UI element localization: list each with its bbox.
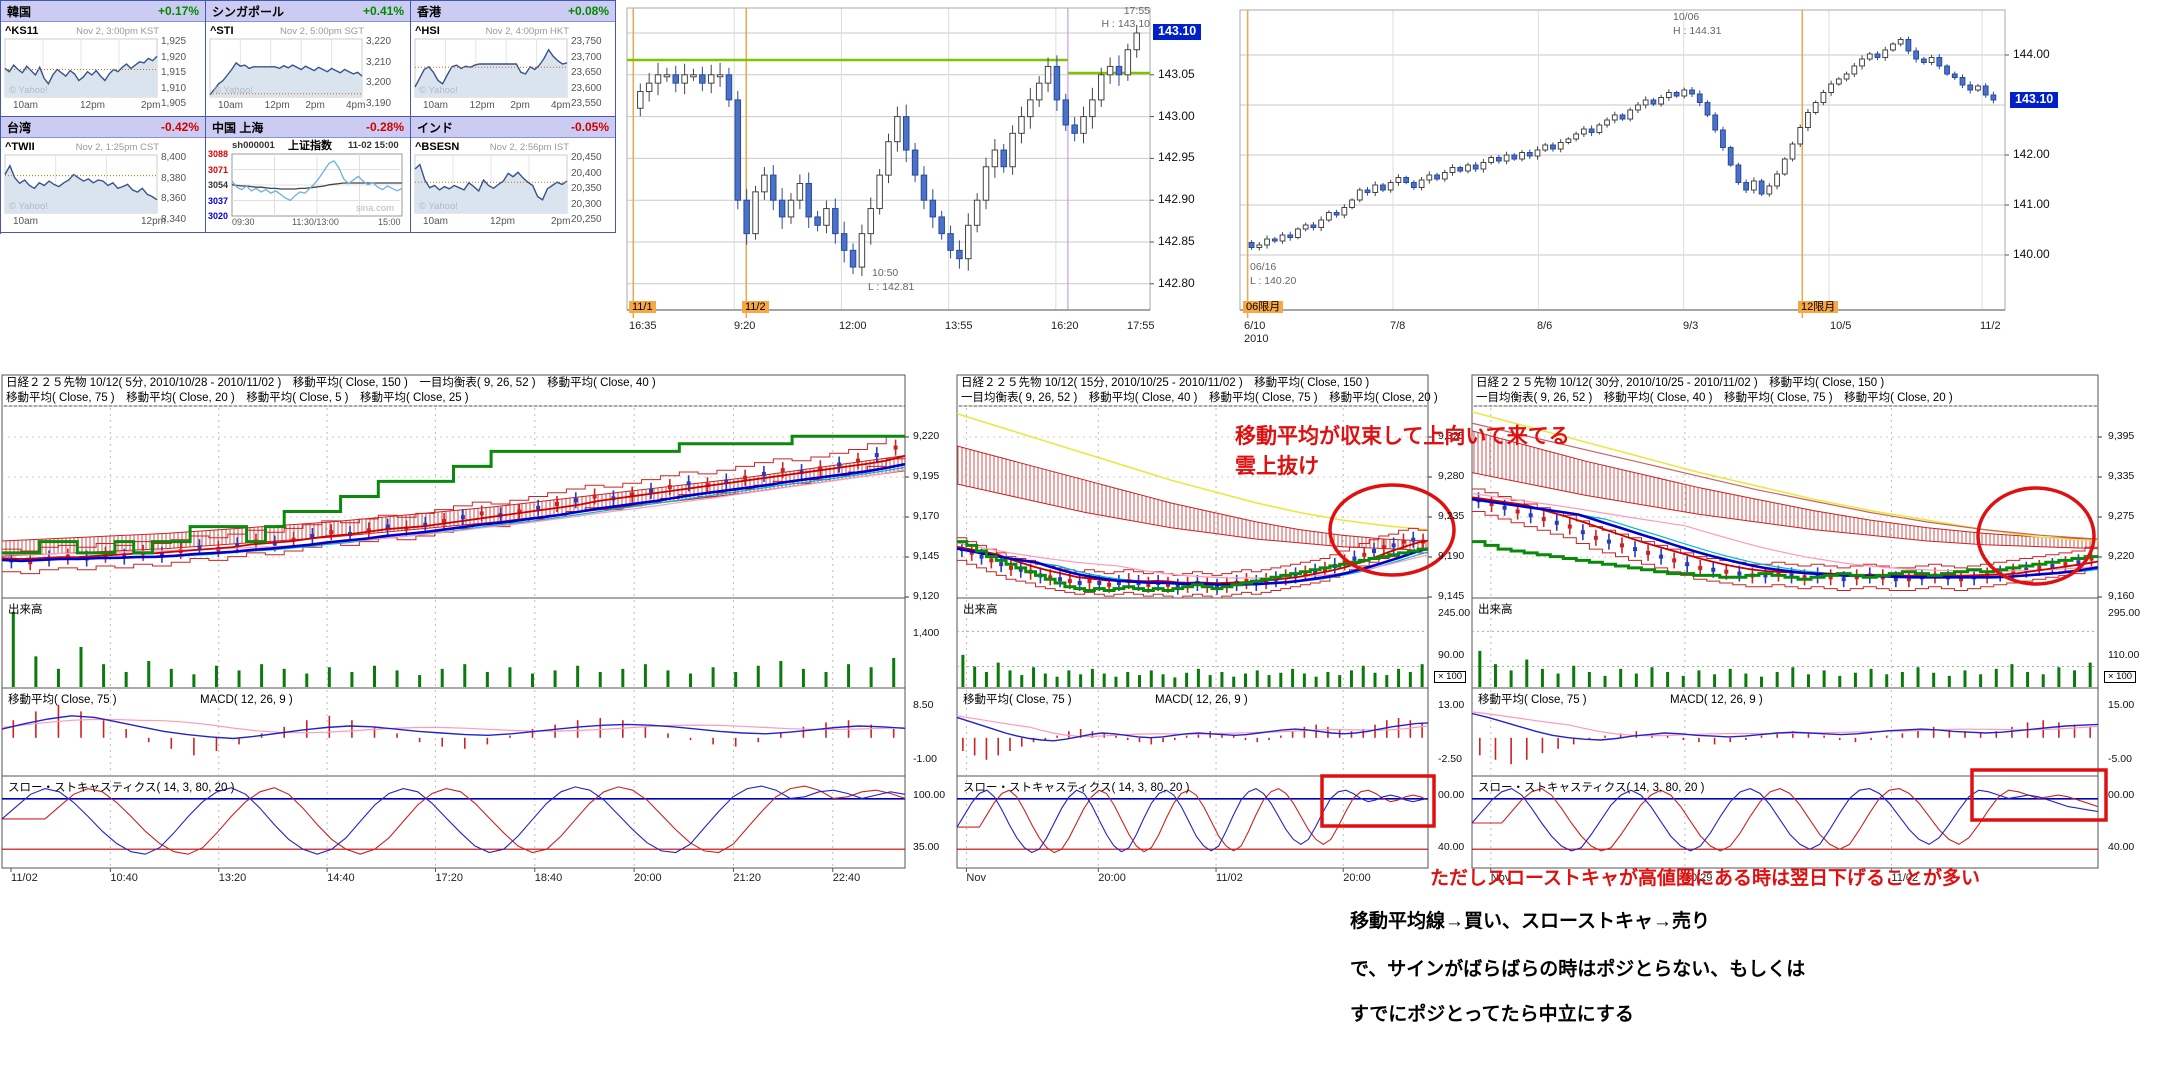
macd-axis-tick: -5.00 xyxy=(2108,754,2132,766)
stochastic-axis-tick: 40.00 xyxy=(2108,842,2134,854)
panel2-title-line2: 一目均衡表( 9, 26, 52 ) 移動平均( Close, 40 ) 移動平… xyxy=(961,392,1438,405)
macd-axis-tick: -2.50 xyxy=(1438,754,1462,766)
stochastic-axis-tick: 00.00 xyxy=(1438,790,1464,802)
volume-axis-tick: 245.00 xyxy=(1438,608,1470,620)
panel2-ma-label: 移動平均( Close, 75 ) xyxy=(963,694,1072,707)
panel3-volume-multiplier: × 100 xyxy=(2104,671,2136,683)
technical-panels: 9,220 9,195 9,170 9,145 9,120 1,400 8.50 -1.00 1… xyxy=(0,0,2170,1078)
panel2-stoch-label: スロー・ストキャスティクス( 14, 3, 80, 20 ) xyxy=(963,782,1189,795)
panel1-stoch-label: スロー・ストキャスティクス( 14, 3, 80, 20 ) xyxy=(8,782,234,795)
time-axis-tick: 11/02 xyxy=(1216,872,1243,884)
time-axis-tick: 14:40 xyxy=(327,872,355,884)
trading-dashboard-screenshot: 韓国 +0.17% ^KS11Nov 2, 3:00pm KST© Yahoo!… xyxy=(0,0,2170,1078)
time-axis-tick: 20:00 xyxy=(1343,872,1371,884)
panel3-stoch-label: スロー・ストキャスティクス( 14, 3, 80, 20 ) xyxy=(1478,782,1704,795)
panel3-title-line2: 一目均衡表( 9, 26, 52 ) 移動平均( Close, 40 ) 移動平… xyxy=(1476,392,1953,405)
stochastic-axis-tick: 00.00 xyxy=(2108,790,2134,802)
volume-axis-tick: 1,400 xyxy=(913,628,939,640)
price-axis-tick: 9,220 xyxy=(2108,551,2134,563)
annotation-cloud-breakout: 雲上抜け xyxy=(1235,455,1319,478)
strategy-note-1: 移動平均線→買い、スローストキャ→売り xyxy=(1350,912,1710,933)
technical-panels-canvas xyxy=(0,0,2170,1078)
panel3-macd-label: MACD( 12, 26, 9 ) xyxy=(1670,694,1763,707)
macd-axis-tick: 8.50 xyxy=(913,700,933,712)
time-axis-tick: 13:20 xyxy=(219,872,247,884)
price-axis-tick: 9,235 xyxy=(1438,511,1464,523)
price-axis-tick: 9,145 xyxy=(913,551,939,563)
panel2-volume-multiplier: × 100 xyxy=(1434,671,1466,683)
volume-axis-tick: 90.00 xyxy=(1438,650,1464,662)
panel1-title-line1: 日経２２５先物 10/12( 5分, 2010/10/28 - 2010/11/… xyxy=(6,377,656,390)
stochastic-axis-tick: 100.00 xyxy=(913,790,945,802)
panel3-ma-label: 移動平均( Close, 75 ) xyxy=(1478,694,1587,707)
panel2-title-line1: 日経２２５先物 10/12( 15分, 2010/10/25 - 2010/11… xyxy=(961,377,1369,390)
price-axis-tick: 9,335 xyxy=(2108,471,2134,483)
time-axis-tick: 22:40 xyxy=(833,872,861,884)
panel3-title-line1: 日経２２５先物 10/12( 30分, 2010/10/25 - 2010/11… xyxy=(1476,377,1884,390)
macd-axis-tick: 15.00 xyxy=(2108,700,2134,712)
panel2-volume-label: 出来高 xyxy=(963,604,998,617)
time-axis-tick: 21:20 xyxy=(733,872,761,884)
time-axis-tick: 18:40 xyxy=(535,872,563,884)
stochastic-axis-tick: 40.00 xyxy=(1438,842,1464,854)
annotation-stochastic-warning: ただしスローストキャが高値圏にある時は翌日下げることが多い xyxy=(1430,869,1980,890)
volume-axis-tick: 295.00 xyxy=(2108,608,2140,620)
price-axis-tick: 9,170 xyxy=(913,511,939,523)
time-axis-tick: 17:20 xyxy=(435,872,463,884)
price-axis-tick: 9,220 xyxy=(913,431,939,443)
price-axis-tick: 9,160 xyxy=(2108,591,2134,603)
strategy-note-2: で、サインがばらばらの時はポジとらない、もしくは xyxy=(1350,960,1805,981)
time-axis-tick: 20:00 xyxy=(634,872,662,884)
price-axis-tick: 9,120 xyxy=(913,591,939,603)
stochastic-axis-tick: 35.00 xyxy=(913,842,939,854)
time-axis-tick: 10:40 xyxy=(110,872,138,884)
panel1-ma-label: 移動平均( Close, 75 ) xyxy=(8,694,117,707)
panel1-macd-label: MACD( 12, 26, 9 ) xyxy=(200,694,293,707)
panel1-title-line2: 移動平均( Close, 75 ) 移動平均( Close, 20 ) 移動平均… xyxy=(6,392,469,405)
time-axis-tick: 20:00 xyxy=(1098,872,1126,884)
price-axis-tick: 9,145 xyxy=(1438,591,1464,603)
panel3-volume-label: 出来高 xyxy=(1478,604,1513,617)
time-axis-tick: 11/02 xyxy=(11,872,38,884)
price-axis-tick: 9,195 xyxy=(913,471,939,483)
time-axis-tick: Nov xyxy=(966,872,986,884)
strategy-note-3: すでにポジとってたら中立にする xyxy=(1350,1005,1634,1026)
panel1-volume-label: 出来高 xyxy=(8,604,43,617)
price-axis-tick: 9,395 xyxy=(2108,431,2134,443)
volume-axis-tick: 110.00 xyxy=(2108,650,2139,662)
price-axis-tick: 9,275 xyxy=(2108,511,2134,523)
price-axis-tick: 9,190 xyxy=(1438,551,1464,563)
annotation-ma-convergence: 移動平均が収束して上向いて来てる xyxy=(1235,425,1570,448)
panel2-macd-label: MACD( 12, 26, 9 ) xyxy=(1155,694,1248,707)
price-axis-tick: 9,280 xyxy=(1438,471,1464,483)
macd-axis-tick: -1.00 xyxy=(913,754,937,766)
macd-axis-tick: 13.00 xyxy=(1438,700,1464,712)
